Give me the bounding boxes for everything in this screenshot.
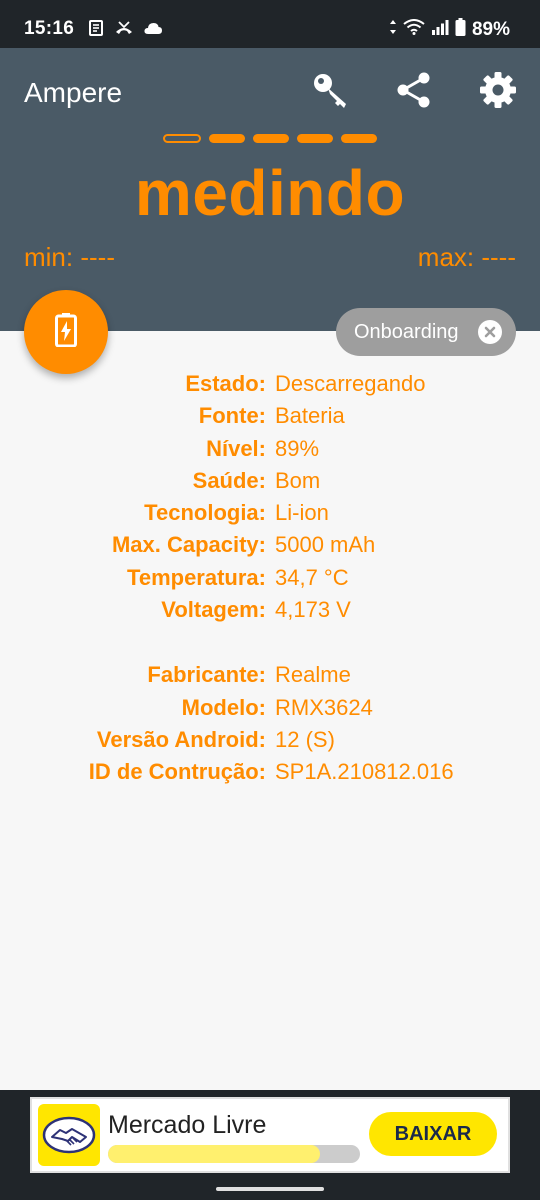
ad-banner-area: Mercado Livre BAIXAR [0,1090,540,1200]
min-value: min: ---- [24,242,115,272]
info-value: 12 (S) [275,726,335,752]
info-label: Estado: [185,371,266,396]
info-row: Saúde: Bom [0,465,540,497]
battery-section: Estado: Descarregando Fonte: Bateria Nível: 8… [0,368,540,626]
info-row: Temperatura: 34,7 °C [0,562,540,594]
status-time: 15:16 [24,18,75,39]
info-row: Max. Capacity: 5000 mAh [0,529,540,561]
news-icon [88,20,104,41]
status-bar: 15:16 89% [0,0,540,48]
info-label: Voltagem: [161,597,266,623]
app-title: Ampere [24,77,123,108]
ad-banner[interactable]: Mercado Livre BAIXAR [30,1097,510,1173]
info-value: Realme [275,662,351,688]
cloud-icon [144,22,162,40]
info-label: Versão Android: [96,726,266,752]
key-button[interactable] [308,70,352,114]
onboarding-label: Onboarding [354,320,459,343]
info-label: Max. Capacity: [111,532,266,558]
device-section: Fabricante: Realme Modelo: RMX3624 Versão An… [0,659,540,788]
indicator-dash [341,134,377,143]
info-row: Nível: 89% [0,433,540,465]
onboarding-chip[interactable]: Onboarding [336,308,516,356]
info-label: Fabricante: [147,662,266,688]
battery-percent: 89% [471,19,510,40]
ad-progress-bar [108,1145,360,1163]
info-value: RMX3624 [275,694,373,720]
info-row: Estado: Descarregando [0,368,540,400]
info-label: Saúde: [192,467,266,493]
ad-title: Mercado Livre [108,1111,267,1139]
info-row: Tecnologia: Li-ion [0,497,540,529]
key-icon [310,70,350,115]
info-value: 5000 mAh [275,532,376,558]
close-icon[interactable] [478,320,502,344]
info-value: Li-ion [275,500,329,526]
battery-info-list: Estado: Descarregando Fonte: Bateria Nível: 8… [0,368,540,789]
info-label: Tecnologia: [144,500,266,526]
max-value: max: ---- [417,242,516,272]
info-row: Fonte: Bateria [0,400,540,432]
missed-call-icon [114,20,134,41]
battery-fab[interactable] [24,290,108,374]
share-button[interactable] [392,70,436,114]
battery-charging-icon [55,312,77,352]
measurement-indicator [163,134,377,143]
info-value: 4,173 V [275,597,351,623]
wifi-icon [403,19,425,41]
battery-icon [455,18,466,42]
info-value: Bateria [275,403,345,429]
info-label: Temperatura: [127,564,266,590]
info-value: Bom [275,467,321,493]
info-value: Descarregando [275,371,426,396]
info-row: Fabricante: Realme [0,659,540,691]
share-icon [395,71,433,114]
info-label: ID de Contrução: [88,759,266,785]
info-label: Nível: [206,435,266,461]
info-row: Voltagem: 4,173 V [0,594,540,626]
info-row: Versão Android: 12 (S) [0,724,540,756]
signal-icon [431,19,449,41]
info-value: 89% [275,435,320,461]
info-value: 34,7 °C [275,564,349,590]
ad-progress-fill [108,1145,320,1163]
settings-button[interactable] [476,70,520,114]
info-label: Modelo: [181,694,266,720]
home-indicator[interactable] [216,1187,324,1191]
indicator-dash [253,134,289,143]
app-header: Ampere medindo min: ---- max: ---- [0,48,540,331]
indicator-dash [209,134,245,143]
indicator-dash [297,134,333,143]
indicator-dash [163,134,201,143]
info-row: ID de Contrução: SP1A.210812.016 [0,756,540,788]
info-row: Modelo: RMX3624 [0,692,540,724]
data-arrows-icon [389,19,397,41]
gear-icon [479,71,517,114]
download-button[interactable]: BAIXAR [369,1112,497,1156]
mercado-livre-logo [38,1104,100,1166]
info-label: Fonte: [198,403,266,429]
measuring-status: medindo [134,157,406,229]
info-value: SP1A.210812.016 [275,759,454,785]
